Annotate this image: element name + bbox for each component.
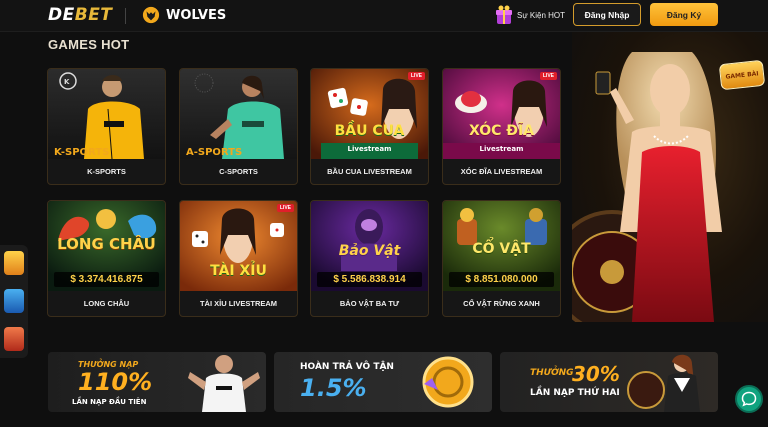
game-bai-badge: GAME BÀI	[718, 59, 766, 91]
game-title: BẢO VẬT BA TƯ	[339, 299, 400, 308]
bau-cua-art-label: BẦU CUA	[334, 123, 405, 139]
logo-text-main: DE	[48, 5, 75, 25]
svg-text:K: K	[64, 78, 70, 86]
gift-box-icon[interactable]	[4, 327, 24, 351]
wolves-partner-logo[interactable]: WOLVES	[142, 6, 226, 24]
chat-bubble-icon	[741, 391, 757, 407]
logo-divider	[125, 8, 126, 24]
login-button[interactable]: Đăng Nhập	[573, 3, 641, 26]
register-button[interactable]: Đăng Ký	[650, 3, 718, 26]
hot-event-link[interactable]: Sự Kiện HOT	[494, 4, 565, 26]
event-label: Sự Kiện HOT	[517, 10, 566, 20]
game-card-c-sports[interactable]: A-SPORTS C-SPORTS	[179, 68, 298, 185]
wolves-label: WOLVES	[166, 7, 227, 23]
coin-icon	[422, 356, 474, 408]
lucky-money-icon[interactable]	[4, 251, 24, 275]
jackpot-amount: $ 8.851.080.000	[449, 272, 554, 287]
promo-first-deposit[interactable]: THƯỞNG NẠP 110% LẦN NẠP ĐẦU TIÊN	[48, 352, 266, 412]
gift-icon	[496, 5, 512, 24]
game-card-bao-vat[interactable]: Bảo Vật $ 5.586.838.914 BẢO VẬT BA TƯ	[310, 200, 429, 317]
promo-percent: 1.5%	[300, 374, 367, 402]
floating-side-menu	[0, 245, 28, 358]
jackpot-amount: $ 5.586.838.914	[317, 272, 422, 287]
game-card-long-chau[interactable]: LONG CHÂU $ 3.374.416.875 LONG CHÂU	[47, 200, 166, 317]
top-header: DEBET WOLVES Sự Kiện HOT Đăng Nhập Đăng …	[0, 0, 768, 32]
section-title: GAMES HOT	[48, 37, 130, 52]
debet-logo[interactable]: DEBET	[48, 5, 112, 25]
live-chat-button[interactable]	[735, 385, 763, 413]
live-badge: LIVE	[407, 72, 425, 80]
game-title: CỔ VẬT RỪNG XANH	[463, 299, 540, 308]
bao-vat-art-label: Bảo Vật	[338, 243, 401, 259]
game-card-xoc-dia[interactable]: LIVE XÓC ĐĨA Livestream XÓC ĐĨA LIVESTRE…	[442, 68, 561, 185]
livestream-label: Livestream	[347, 145, 392, 153]
footballer-illustration	[188, 355, 260, 412]
game-card-bau-cua[interactable]: LIVE BẦU CUA Livestream BẦU CUA LIVESTRE…	[310, 68, 429, 185]
livestream-label: Livestream	[479, 145, 524, 153]
promo-percent: 110%	[78, 368, 153, 396]
promo-rebate[interactable]: HOÀN TRẢ VÔ TẬN 1.5%	[274, 352, 492, 412]
tai-xiu-art-label: TÀI XỈU	[210, 263, 267, 279]
k-sports-artwork: K	[48, 69, 165, 159]
co-vat-art-label: CỔ VẬT	[472, 241, 531, 257]
live-badge: LIVE	[276, 204, 294, 212]
game-title: BẦU CUA LIVESTREAM	[327, 167, 412, 176]
wolf-icon	[142, 6, 160, 24]
promo-line2: LẦN NẠP THỨ HAI	[530, 388, 620, 398]
dealer-illustration	[627, 354, 700, 412]
jackpot-amount: $ 3.374.416.875	[54, 272, 159, 287]
game-title: TÀI XỈU LIVESTREAM	[199, 299, 278, 308]
game-title: LONG CHÂU	[83, 299, 130, 308]
live-badge: LIVE	[539, 72, 557, 80]
xoc-dia-art-label: XÓC ĐĨA	[468, 123, 535, 139]
promo-event-icon[interactable]	[4, 289, 24, 313]
promo-second-deposit[interactable]: THƯỞNG 30% LẦN NẠP THỨ HAI	[500, 352, 718, 412]
game-card-tai-xiu[interactable]: LIVE TÀI XỈU TÀI XỈU LIVESTREAM	[179, 200, 298, 317]
game-title: K-SPORTS	[87, 167, 126, 176]
c-sports-art-label: A-SPORTS	[186, 147, 243, 158]
promo-line1: THƯỞNG	[530, 368, 574, 378]
game-card-k-sports[interactable]: K K-SPORTS K-SPORTS	[47, 68, 166, 185]
k-sports-art-label: K-SPORTS	[54, 147, 110, 158]
game-title: C-SPORTS	[219, 167, 258, 176]
promo-line2: LẦN NẠP ĐẦU TIÊN	[72, 398, 147, 406]
game-title: XÓC ĐĨA LIVESTREAM	[460, 167, 543, 176]
c-sports-artwork	[180, 69, 297, 159]
game-card-co-vat[interactable]: CỔ VẬT $ 8.851.080.000 CỔ VẬT RỪNG XANH	[442, 200, 561, 317]
long-chau-art-label: LONG CHÂU	[57, 235, 156, 253]
promo-line1: HOÀN TRẢ VÔ TẬN	[300, 362, 394, 372]
hero-banner[interactable]: GAME BÀI	[572, 32, 768, 322]
promo-percent: 30%	[572, 362, 620, 386]
logo-text-accent: BET	[74, 5, 113, 25]
